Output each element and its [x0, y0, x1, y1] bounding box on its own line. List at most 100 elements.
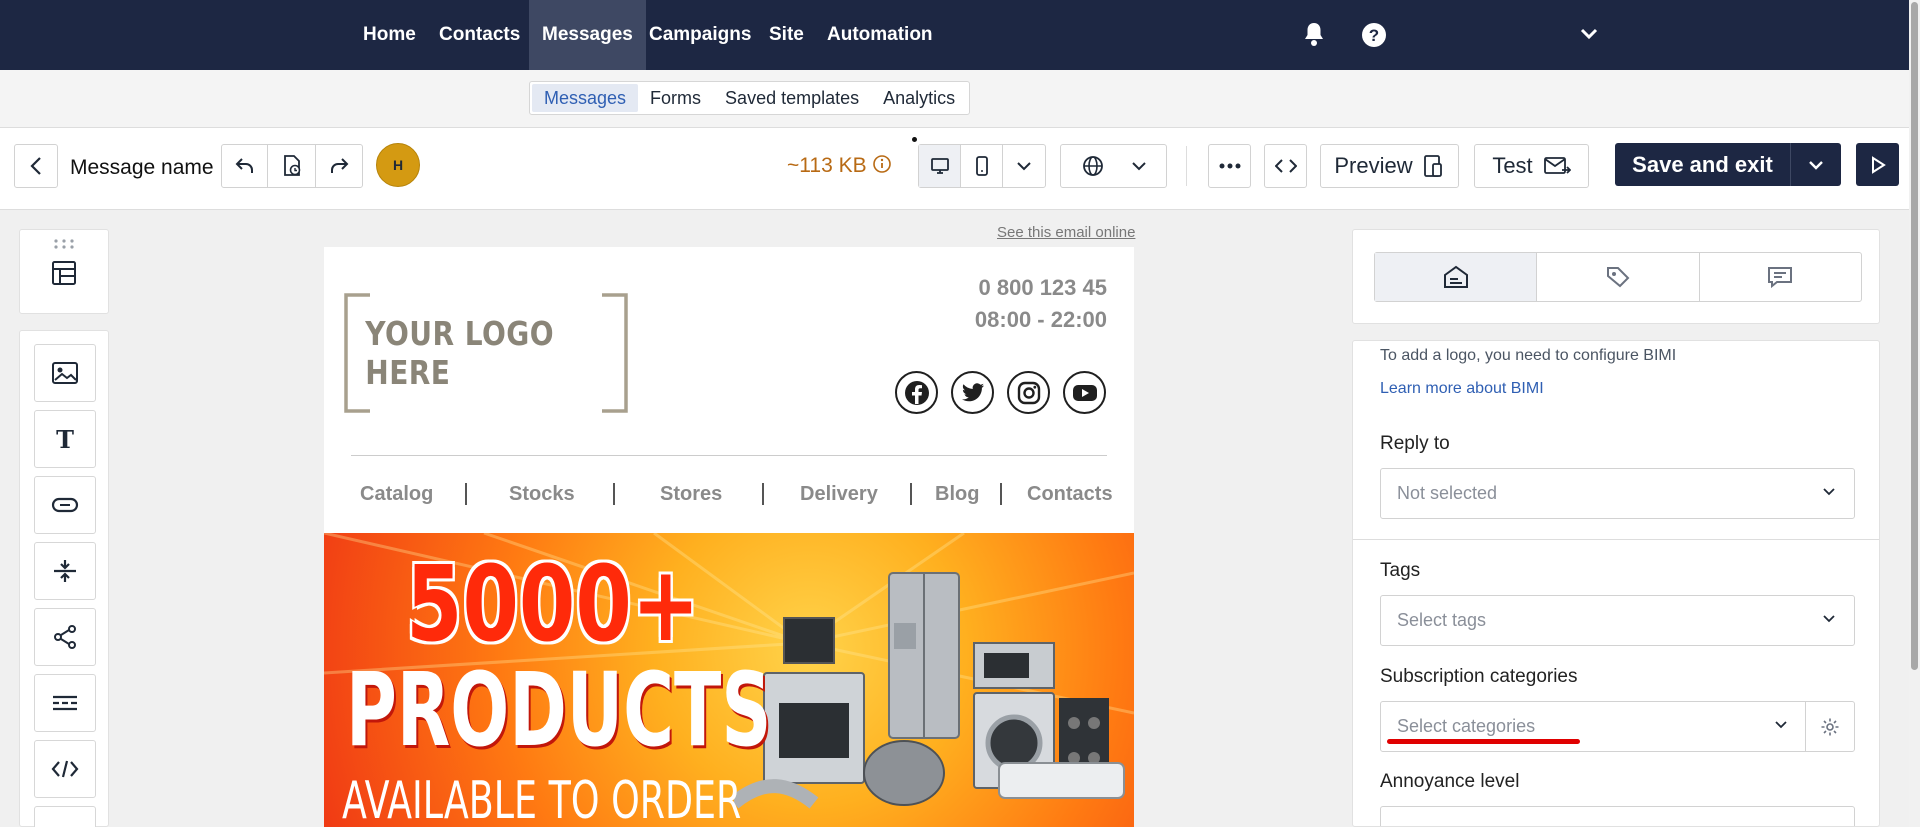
code-view-button[interactable] — [1264, 144, 1307, 188]
redo-button[interactable] — [316, 145, 362, 187]
nav-campaigns[interactable]: Campaigns — [636, 0, 764, 70]
nav-site[interactable]: Site — [756, 0, 817, 70]
phone-number: 0 800 123 45 — [978, 275, 1107, 300]
mobile-icon — [975, 156, 988, 176]
avatar[interactable]: H — [376, 143, 420, 187]
svg-text:?: ? — [1369, 26, 1379, 45]
tab-design-settings[interactable] — [1537, 253, 1700, 301]
tab-comments[interactable] — [1700, 253, 1861, 301]
page-scrollbar[interactable] — [1909, 0, 1920, 827]
section-divider — [1353, 539, 1879, 540]
logo-placeholder[interactable]: YOUR LOGO HERE — [344, 293, 628, 413]
email-menu-catalog[interactable]: Catalog — [360, 483, 433, 506]
youtube-icon[interactable] — [1063, 371, 1106, 414]
tags-select[interactable]: Select tags — [1380, 595, 1855, 646]
device-view-group — [918, 144, 1046, 188]
preview-button[interactable]: Preview — [1320, 144, 1459, 188]
version-history-button[interactable] — [268, 145, 316, 187]
subnav-forms[interactable]: Forms — [638, 84, 713, 112]
bell-icon[interactable] — [1302, 21, 1326, 52]
chevron-left-icon — [30, 157, 41, 175]
appliances-image — [734, 572, 1125, 809]
undo-button[interactable] — [222, 145, 268, 187]
preview-devices-icon — [1423, 155, 1442, 177]
more-block-tool[interactable] — [34, 806, 96, 827]
drag-handle-icon[interactable] — [53, 239, 75, 249]
nav-home[interactable]: Home — [350, 0, 429, 70]
divider-icon — [53, 695, 77, 711]
send-mail-icon — [1543, 157, 1571, 174]
top-navigation: Home Contacts Messages Campaigns Site Au… — [0, 0, 1909, 70]
chevron-down-icon — [1809, 160, 1823, 170]
reply-to-select[interactable]: Not selected — [1380, 468, 1855, 519]
save-options-dropdown[interactable] — [1791, 143, 1841, 186]
desktop-view-button[interactable] — [919, 145, 961, 187]
device-view-dropdown[interactable] — [1003, 145, 1045, 187]
bimi-learn-more-link[interactable]: Learn more about BIMI — [1380, 380, 1544, 398]
message-size: ~113 KB — [787, 154, 892, 178]
share-icon — [54, 625, 76, 649]
save-and-exit-button[interactable]: Save and exit — [1615, 143, 1791, 186]
banner-headline-number: 5000+ — [406, 543, 700, 665]
help-icon[interactable]: ? — [1361, 22, 1387, 53]
divider-block-tool[interactable] — [34, 674, 96, 732]
nav-automation[interactable]: Automation — [814, 0, 946, 70]
email-preview[interactable]: YOUR LOGO HERE 0 800 123 45 08:00 - 22:0… — [324, 247, 1134, 827]
promo-banner[interactable]: 5000+ PRODUCTS AVAILABLE TO ORDER — [324, 533, 1134, 827]
scrollbar-thumb[interactable] — [1911, 2, 1918, 670]
tags-placeholder: Select tags — [1397, 610, 1487, 630]
text-block-tool[interactable]: T — [34, 410, 96, 468]
message-name[interactable]: Message name — [70, 156, 214, 180]
subnav-analytics[interactable]: Analytics — [871, 84, 967, 112]
more-options-button[interactable] — [1208, 144, 1251, 188]
play-icon — [1871, 155, 1886, 174]
twitter-icon[interactable] — [951, 371, 994, 414]
envelope-settings-icon — [1443, 265, 1468, 288]
nav-messages[interactable]: Messages — [529, 0, 646, 70]
message-settings-panel: To add a logo, you need to configure BIM… — [1352, 340, 1880, 827]
info-icon[interactable] — [872, 154, 892, 174]
test-button[interactable]: Test — [1474, 144, 1589, 188]
facebook-icon[interactable] — [895, 371, 938, 414]
email-menu-stores[interactable]: Stores — [660, 483, 722, 506]
tab-message-settings[interactable] — [1375, 253, 1538, 301]
svg-text:T: T — [56, 427, 74, 451]
reply-to-label: Reply to — [1380, 433, 1450, 454]
annoyance-level-input[interactable] — [1380, 806, 1855, 826]
history-group — [221, 144, 363, 188]
subnav-saved-templates[interactable]: Saved templates — [713, 84, 871, 112]
social-block-tool[interactable] — [34, 608, 96, 666]
image-block-tool[interactable] — [34, 344, 96, 402]
indicator-dot — [912, 137, 917, 142]
button-block-tool[interactable] — [34, 476, 96, 534]
html-block-tool[interactable] — [34, 740, 96, 798]
gear-icon[interactable] — [1820, 717, 1840, 737]
back-button[interactable] — [14, 144, 58, 188]
banner-subheadline: AVAILABLE TO ORDER — [342, 771, 742, 827]
instagram-icon[interactable] — [1007, 371, 1050, 414]
redo-icon — [331, 158, 349, 173]
layout-blocks-icon[interactable] — [51, 260, 77, 286]
subscription-categories-select[interactable]: Select categories — [1380, 701, 1855, 752]
send-button[interactable] — [1856, 143, 1899, 186]
subscription-categories-placeholder: Select categories — [1397, 716, 1536, 736]
email-menu-delivery[interactable]: Delivery — [800, 483, 878, 506]
email-menu-contacts[interactable]: Contacts — [1027, 483, 1113, 506]
reply-to-value: Not selected — [1397, 483, 1498, 503]
menu-separator — [910, 483, 912, 505]
menu-separator — [1000, 483, 1002, 505]
subnav-messages[interactable]: Messages — [532, 84, 639, 112]
nav-contacts[interactable]: Contacts — [426, 0, 533, 70]
chevron-down-icon — [1017, 162, 1031, 171]
language-select[interactable] — [1060, 144, 1167, 188]
email-menu-blog[interactable]: Blog — [935, 483, 979, 506]
mobile-view-button[interactable] — [961, 145, 1003, 187]
html-code-icon — [51, 760, 79, 778]
account-menu-chevron-icon[interactable] — [1580, 27, 1598, 46]
highlight-underline — [1387, 739, 1580, 744]
spacer-block-tool[interactable] — [34, 542, 96, 600]
chevron-down-icon[interactable] — [1774, 720, 1788, 730]
save-and-exit-group: Save and exit — [1615, 143, 1841, 186]
email-menu-stocks[interactable]: Stocks — [509, 483, 575, 506]
see-email-online-link[interactable]: See this email online — [997, 224, 1135, 241]
